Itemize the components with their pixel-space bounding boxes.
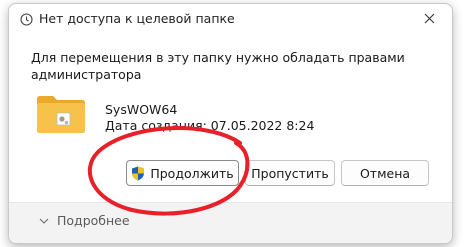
continue-button[interactable]: Продолжить — [126, 160, 239, 186]
title-bar: Нет доступа к целевой папке — [9, 4, 452, 32]
item-name: SysWOW64 — [105, 102, 178, 117]
more-details-label: Подробнее — [57, 213, 130, 228]
continue-label: Продолжить — [150, 165, 234, 181]
close-button[interactable] — [406, 4, 452, 32]
more-details-toggle[interactable]: Подробнее — [39, 213, 130, 228]
folder-move-icon — [20, 11, 33, 26]
dialog-message: Для перемещения в эту папку нужно облада… — [31, 50, 405, 82]
chevron-down-icon — [39, 218, 49, 224]
cancel-button[interactable]: Отмена — [341, 160, 429, 186]
dialog-title: Нет доступа к целевой папке — [39, 11, 235, 26]
item-date-created: Дата создания: 07.05.2022 8:24 — [105, 118, 315, 133]
cancel-label: Отмена — [359, 165, 411, 181]
skip-button[interactable]: Пропустить — [245, 160, 335, 186]
folder-icon — [35, 94, 87, 134]
uac-shield-icon — [132, 166, 145, 180]
skip-label: Пропустить — [251, 165, 329, 181]
dialog-window: Нет доступа к целевой папке Для перемеще… — [8, 3, 453, 244]
close-icon — [424, 13, 434, 23]
